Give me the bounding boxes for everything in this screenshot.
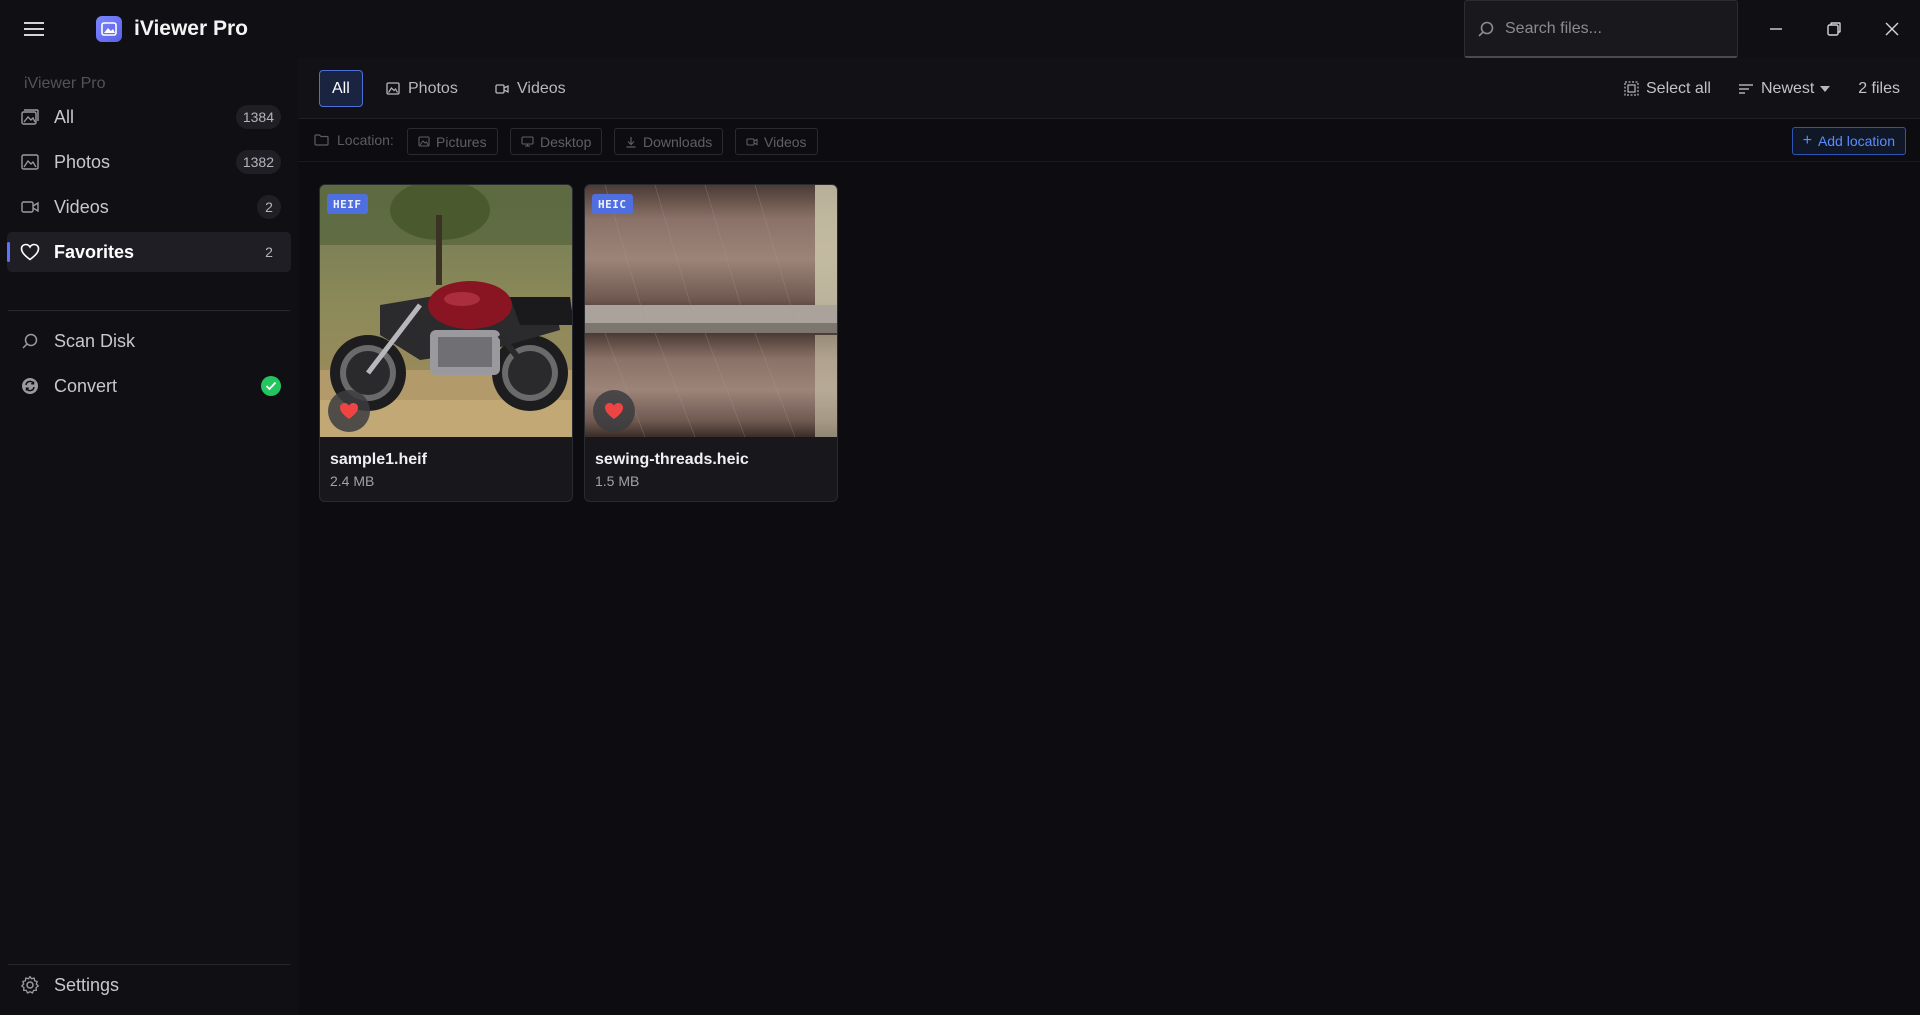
- app-title: iViewer Pro: [134, 17, 249, 40]
- active-indicator: [7, 242, 10, 262]
- file-card-sewing-threads[interactable]: HEIC sewing-threads.heic 1.5 MB: [584, 184, 838, 502]
- restore-icon: [1827, 22, 1841, 36]
- sort-icon: [1738, 83, 1754, 95]
- sidebar-item-photos[interactable]: Photos 1382: [7, 142, 291, 182]
- restore-button[interactable]: [1816, 12, 1852, 46]
- location-chip-desktop[interactable]: Desktop: [510, 128, 603, 155]
- tab-all[interactable]: All: [319, 70, 363, 107]
- file-card-sample1[interactable]: HEIF sample1.heif 2.4 MB: [319, 184, 573, 502]
- tab-label: All: [332, 79, 350, 97]
- image-icon: [386, 82, 400, 95]
- plus-icon: +: [1802, 132, 1812, 149]
- download-icon: [625, 136, 637, 148]
- location-chip-label: Pictures: [436, 133, 487, 150]
- count-badge: 1382: [235, 150, 281, 174]
- location-bar: Location: Pictures Desktop Downloads Vid…: [298, 120, 1920, 162]
- search-input[interactable]: [1505, 19, 1725, 38]
- image-icon: [20, 152, 40, 172]
- minimize-button[interactable]: [1758, 12, 1794, 46]
- sidebar-item-videos[interactable]: Videos 2: [7, 187, 291, 227]
- select-all-icon: [1624, 81, 1639, 96]
- location-chip-downloads[interactable]: Downloads: [614, 128, 724, 155]
- heart-icon: [20, 242, 40, 262]
- add-location-button[interactable]: + Add location: [1791, 127, 1906, 155]
- sidebar: iViewer Pro All 1384 Photos 1382 Videos …: [0, 58, 298, 1015]
- file-name: sample1.heif: [330, 451, 427, 468]
- gear-icon: [20, 975, 40, 995]
- video-icon: [746, 137, 758, 147]
- main-content: All Photos Videos Select all Newest 2 fi…: [298, 58, 1920, 1015]
- sidebar-item-convert[interactable]: Convert: [7, 366, 291, 406]
- close-button[interactable]: [1874, 12, 1910, 46]
- folder-icon: [314, 134, 329, 146]
- search-icon: [1478, 21, 1494, 37]
- location-chip-label: Downloads: [643, 133, 713, 150]
- location-chip-label: Videos: [764, 133, 807, 150]
- heart-filled-icon: [340, 403, 358, 419]
- menu-icon: [24, 22, 44, 36]
- sidebar-item-scan-disk[interactable]: Scan Disk: [7, 321, 291, 361]
- gallery-icon: [20, 107, 40, 127]
- settings-label: Settings: [54, 974, 120, 995]
- format-badge: HEIC: [592, 194, 633, 214]
- search-box[interactable]: [1464, 0, 1738, 58]
- search-icon: [20, 331, 40, 351]
- toolbar: All Photos Videos Select all Newest 2 fi…: [298, 58, 1920, 119]
- sidebar-item-all[interactable]: All 1384: [7, 97, 291, 137]
- tab-label: Videos: [517, 79, 566, 97]
- sidebar-item-label: Videos: [54, 196, 109, 217]
- tab-videos[interactable]: Videos: [483, 70, 578, 107]
- format-badge: HEIF: [327, 194, 368, 214]
- count-badge: 1384: [235, 105, 281, 129]
- file-size: 1.5 MB: [595, 473, 640, 489]
- app-logo-icon: [96, 16, 122, 42]
- location-chip-pictures[interactable]: Pictures: [407, 128, 498, 155]
- select-all-label: Select all: [1646, 79, 1711, 97]
- sidebar-heading: iViewer Pro: [24, 75, 106, 92]
- count-badge: 2: [257, 195, 281, 219]
- count-badge: 2: [265, 244, 273, 260]
- sort-label: Newest: [1761, 79, 1815, 97]
- sidebar-divider: [8, 310, 290, 311]
- sidebar-item-label: Scan Disk: [54, 330, 136, 351]
- minimize-icon: [1770, 28, 1782, 30]
- favorite-button[interactable]: [328, 390, 370, 432]
- add-location-label: Add location: [1817, 133, 1895, 149]
- sort-dropdown[interactable]: Newest: [1738, 70, 1831, 107]
- chevron-down-icon: [1820, 85, 1831, 92]
- file-count: 2 files: [1858, 80, 1900, 97]
- sidebar-item-label: Convert: [54, 375, 118, 396]
- success-check-icon: [261, 376, 281, 396]
- favorite-button[interactable]: [593, 390, 635, 432]
- tab-photos[interactable]: Photos: [374, 70, 470, 107]
- monitor-icon: [521, 136, 534, 147]
- video-icon: [495, 83, 509, 95]
- close-icon: [1885, 22, 1899, 36]
- file-name: sewing-threads.heic: [595, 451, 749, 468]
- location-chip-videos[interactable]: Videos: [735, 128, 818, 155]
- convert-icon: [20, 376, 40, 396]
- hamburger-menu-button[interactable]: [20, 17, 48, 41]
- location-label: Location:: [314, 132, 394, 148]
- tab-label: Photos: [408, 79, 458, 97]
- sidebar-item-label: All: [54, 106, 75, 127]
- title-bar: iViewer Pro: [0, 0, 1920, 58]
- sidebar-item-label: Favorites: [54, 241, 135, 262]
- image-icon: [418, 136, 430, 147]
- sidebar-item-label: Photos: [54, 151, 111, 172]
- sidebar-item-settings[interactable]: Settings: [7, 965, 291, 1005]
- file-size: 2.4 MB: [330, 473, 375, 489]
- location-chip-label: Desktop: [540, 133, 592, 150]
- video-icon: [20, 197, 40, 217]
- sidebar-item-favorites[interactable]: Favorites 2: [7, 232, 291, 272]
- select-all-button[interactable]: Select all: [1624, 70, 1711, 107]
- heart-filled-icon: [605, 403, 623, 419]
